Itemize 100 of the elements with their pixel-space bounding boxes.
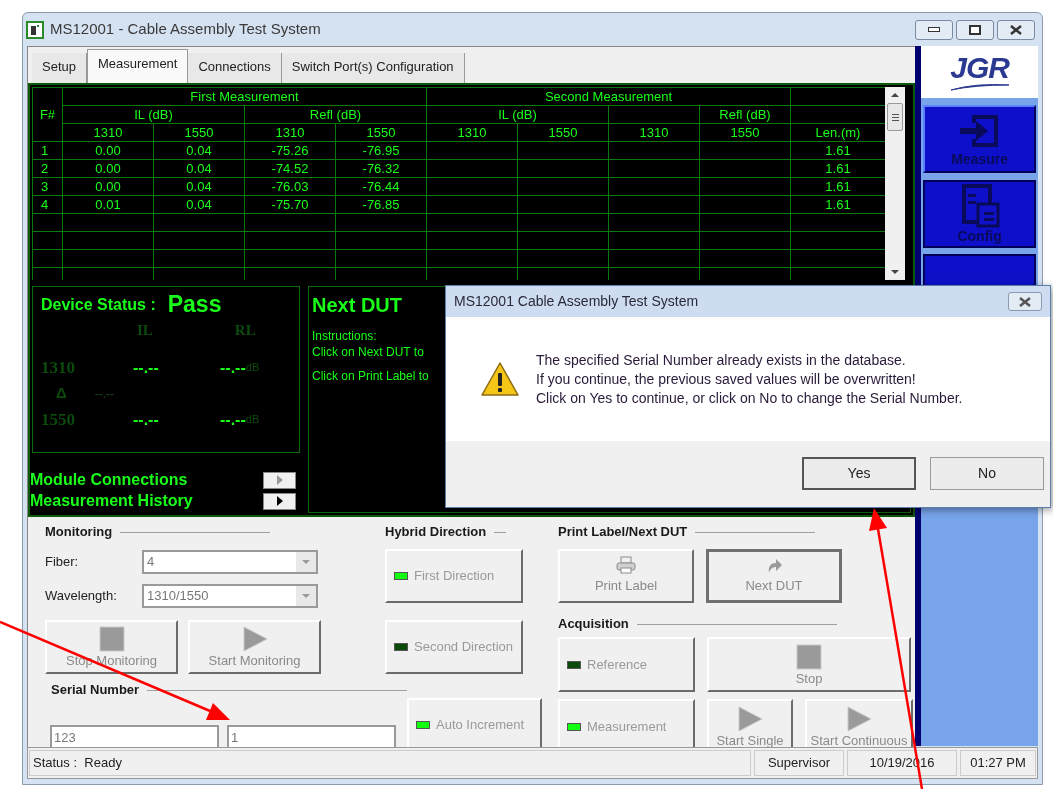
table-cell: 4 — [32, 195, 63, 214]
reading-value: --.-- — [220, 357, 246, 378]
restore-icon — [969, 24, 981, 35]
toggle-button[interactable]: Reference — [558, 637, 695, 692]
column-header: 1550 — [699, 123, 791, 142]
table-cell: 3 — [32, 177, 63, 196]
column-header: 1550 — [517, 123, 609, 142]
column-header: 1310 — [62, 123, 154, 142]
status-label: Device Status : — [41, 295, 156, 315]
column-header: Refl (dB) — [699, 105, 791, 124]
table-cell: -76.44 — [335, 177, 427, 196]
action-button[interactable]: Start Monitoring — [188, 620, 321, 674]
group-heading: Print Label/Next DUT — [558, 523, 688, 542]
input-field[interactable]: 1 — [227, 725, 396, 747]
toggle-button[interactable]: Second Direction — [385, 620, 523, 674]
play-icon — [846, 705, 872, 732]
action-button[interactable]: Start Single — [707, 699, 793, 747]
action-button[interactable]: Start Continuous — [805, 699, 913, 747]
column-header: 1310 — [244, 123, 336, 142]
window-title: MS12001 - Cable Assembly Test System — [50, 19, 321, 40]
table-cell: -76.03 — [244, 177, 336, 196]
delta-symbol: Δ — [56, 383, 67, 404]
minimize-icon — [928, 27, 940, 32]
unit-label: dB — [245, 412, 260, 428]
dialog-button[interactable]: Yes — [802, 456, 916, 490]
column-header: First Measurement — [62, 87, 427, 106]
table-cell: -74.52 — [244, 159, 336, 178]
table-cell: 1 — [32, 141, 63, 160]
app-icon — [26, 20, 44, 39]
column-header: 1310 — [608, 123, 700, 142]
stop-icon — [796, 643, 822, 670]
table-cell: 0.04 — [153, 195, 245, 214]
column-header: 1550 — [153, 123, 245, 142]
column-header: Refl (dB) — [244, 105, 427, 124]
brand-logo: JGR — [950, 53, 1009, 83]
column-header: F# — [32, 87, 63, 142]
triangle-right-icon — [276, 475, 283, 485]
toggle-button[interactable]: Auto Increment — [407, 698, 542, 747]
table-cell: 0.04 — [153, 141, 245, 160]
toggle-button[interactable]: Measurement — [558, 699, 695, 747]
minimize-button[interactable] — [915, 19, 953, 40]
input-field[interactable]: 123 — [50, 725, 219, 747]
dialog-title: MS12001 Cable Assembly Test System — [454, 292, 699, 311]
scrollbar[interactable] — [885, 87, 905, 280]
time-panel: 01:27 PM — [960, 750, 1036, 776]
instruction-text: Click on Print Label to — [312, 368, 429, 384]
column-header: IL — [137, 321, 153, 340]
column-header: 1550 — [335, 123, 427, 142]
scroll-thumb[interactable] — [887, 103, 903, 131]
dropdown[interactable]: 1310/1550 — [142, 584, 318, 608]
message-text: If you continue, the previous saved values will be overwritten! — [536, 369, 917, 389]
close-button[interactable] — [1008, 292, 1042, 311]
table-cell: 0.01 — [62, 195, 154, 214]
column-header: 1310 — [426, 123, 518, 142]
status-result: Pass — [167, 291, 222, 317]
message-text: Click on Yes to continue, or click on No to change the Serial Number. — [536, 388, 963, 408]
table-cell: 0.00 — [62, 177, 154, 196]
table-cell: 0.00 — [62, 141, 154, 160]
table-cell: -76.95 — [335, 141, 427, 160]
section-link[interactable]: Measurement History — [30, 492, 193, 510]
column-header: RL — [234, 321, 256, 340]
wavelength-label: 1310 — [41, 356, 76, 379]
table-cell: 0.00 — [62, 159, 154, 178]
user-panel: Supervisor — [754, 750, 844, 776]
action-button[interactable]: Print Label — [558, 549, 694, 603]
column-header: IL (dB) — [426, 105, 609, 124]
dropdown[interactable]: 4 — [142, 550, 318, 574]
instruction-text: Click on Next DUT to — [312, 344, 424, 360]
unit-label: dB — [245, 360, 260, 376]
dialog-button[interactable]: No — [930, 456, 1044, 490]
panel-title: Next DUT — [312, 293, 402, 318]
tab[interactable]: Connections — [188, 53, 282, 83]
table-cell: -76.32 — [335, 159, 427, 178]
close-button[interactable] — [997, 19, 1035, 40]
swoosh-icon — [949, 83, 1010, 91]
play-icon — [737, 705, 763, 732]
group-heading: Hybrid Direction — [385, 523, 487, 542]
tab[interactable]: Setup — [32, 53, 87, 83]
message-text: The specified Serial Number already exists in the database. — [536, 350, 907, 370]
table-cell: -75.26 — [244, 141, 336, 160]
field-label: Fiber: — [45, 553, 80, 572]
table-cell: 0.04 — [153, 177, 245, 196]
group-heading: Serial Number — [51, 681, 140, 700]
wavelength-label: 1550 — [41, 408, 76, 431]
printer-icon — [616, 556, 636, 575]
triangle-right-icon — [276, 496, 283, 506]
table-cell: -75.70 — [244, 195, 336, 214]
reading-value: --.-- — [133, 409, 160, 430]
table-cell: -76.85 — [335, 195, 427, 214]
toggle-button[interactable]: First Direction — [385, 549, 523, 603]
group-heading: Acquisition — [558, 615, 629, 634]
action-button[interactable]: Stop — [707, 637, 911, 692]
close-icon — [1010, 24, 1022, 35]
tab[interactable]: Switch Port(s) Configuration — [281, 53, 465, 83]
tab[interactable]: Measurement — [87, 49, 189, 83]
maximize-button[interactable] — [956, 19, 994, 40]
action-button[interactable]: Next DUT — [706, 549, 842, 603]
expand-button[interactable] — [263, 492, 296, 510]
column-header: IL (dB) — [62, 105, 245, 124]
close-icon — [1019, 296, 1031, 307]
